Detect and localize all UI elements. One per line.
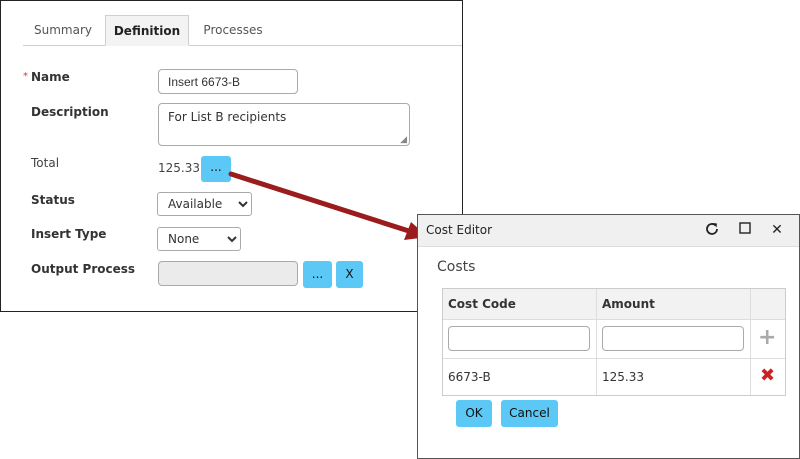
row-amount: 125.33	[602, 370, 644, 384]
maximize-icon[interactable]	[736, 221, 754, 239]
new-cost-code-input[interactable]	[448, 326, 590, 351]
costs-grid: Cost Code Amount + 6673-B 125.33 ✖	[442, 288, 786, 396]
amount-header: Amount	[602, 297, 655, 311]
new-amount-input[interactable]	[602, 326, 744, 351]
grid-header-row: Cost Code Amount	[443, 289, 785, 320]
delete-icon[interactable]: ✖	[760, 365, 775, 386]
dialog-title: Cost Editor	[426, 223, 493, 237]
grid-cell: 6673-B	[443, 359, 597, 395]
row-cost-code: 6673-B	[448, 370, 491, 384]
new-row: +	[443, 320, 785, 359]
grid-header-cell: Cost Code	[443, 289, 597, 319]
refresh-icon[interactable]	[703, 221, 721, 239]
costs-heading: Costs	[437, 259, 476, 275]
grid-header-cell: Amount	[597, 289, 751, 319]
grid-cell	[597, 320, 751, 358]
cost-code-header: Cost Code	[448, 297, 516, 311]
ok-button[interactable]: OK	[456, 400, 492, 427]
table-row: 6673-B 125.33 ✖	[443, 359, 785, 395]
cost-editor-dialog: Cost Editor ✕ Costs Cost Code Amount + 6…	[417, 214, 800, 459]
grid-cell: 125.33	[597, 359, 751, 395]
cancel-button[interactable]: Cancel	[501, 400, 558, 427]
add-icon[interactable]: +	[758, 325, 776, 350]
close-icon[interactable]: ✕	[768, 221, 786, 239]
grid-cell	[443, 320, 597, 358]
dialog-titlebar[interactable]: Cost Editor ✕	[418, 215, 799, 247]
